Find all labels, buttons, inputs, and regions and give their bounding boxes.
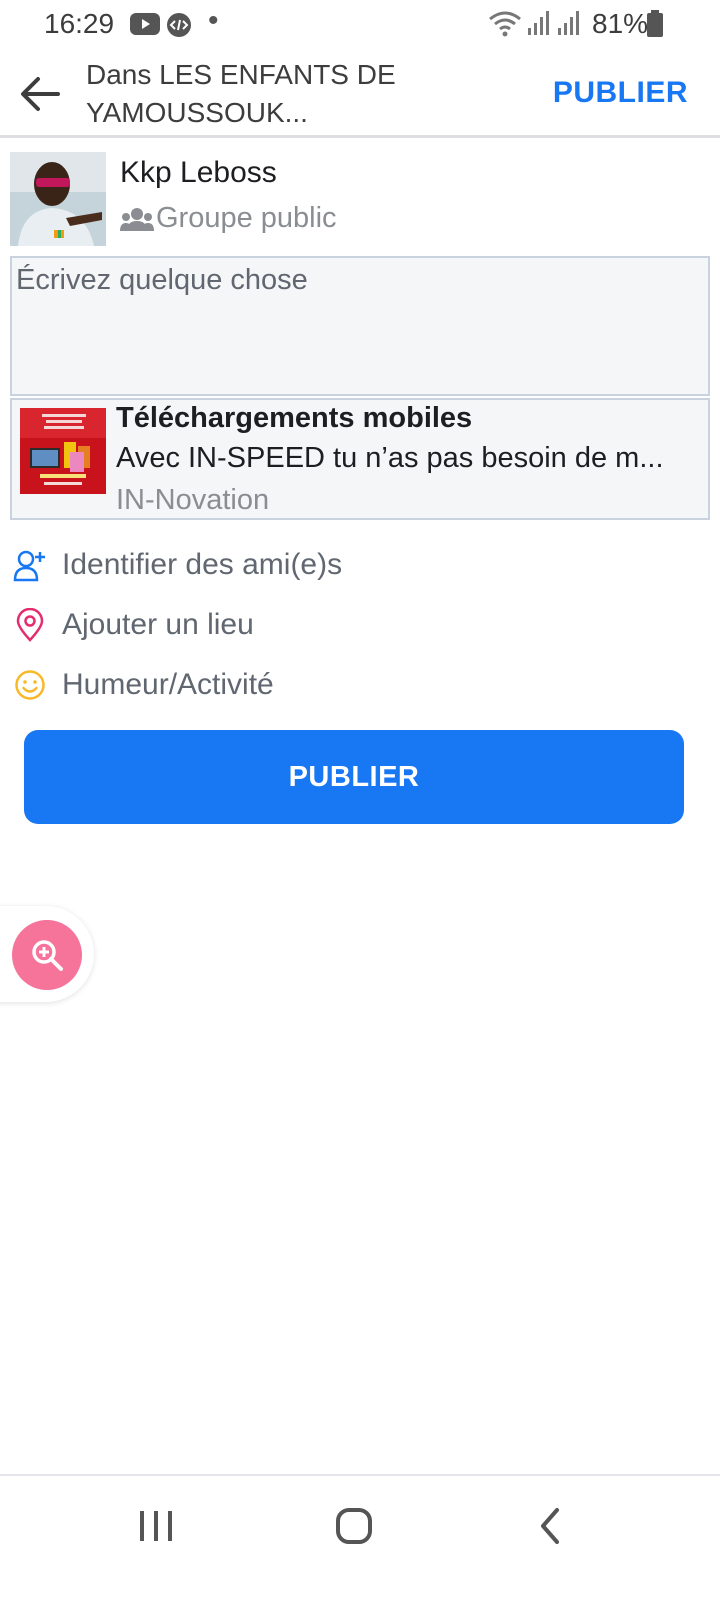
signal-icon (556, 10, 582, 41)
tag-friend-icon (12, 547, 48, 583)
home-icon (336, 1508, 372, 1544)
post-text-input[interactable] (14, 260, 704, 392)
user-name: Kkp Leboss (120, 156, 277, 189)
audience-selector: Groupe public (120, 202, 337, 235)
tag-friends-action[interactable]: Identifier des ami(e)s (12, 540, 702, 590)
location-pin-icon (12, 607, 48, 643)
group-title: Dans LES ENFANTS DE YAMOUSSOUK... (86, 59, 396, 128)
floating-zoom-tab (0, 906, 94, 1002)
link-title: Téléchargements mobiles (116, 402, 473, 434)
home-button[interactable] (324, 1502, 384, 1550)
avatar (10, 152, 106, 246)
status-bar: 16:29 • 81% (0, 0, 720, 48)
battery-percent: 81% (592, 8, 649, 39)
link-description: Avec IN-SPEED tu n’as pas besoin de m... (116, 442, 664, 474)
mood-activity-label: Humeur/Activité (62, 668, 274, 701)
group-icon (120, 207, 154, 231)
mood-activity-action[interactable]: Humeur/Activité (12, 660, 702, 710)
code-icon (166, 12, 192, 43)
recent-apps-icon (140, 1511, 172, 1541)
notification-dot: • (208, 4, 219, 37)
smiley-icon (12, 667, 48, 703)
system-nav-bar (0, 1474, 720, 1600)
post-composer (10, 256, 710, 396)
link-preview-card[interactable]: Téléchargements mobiles Avec IN-SPEED tu… (10, 398, 710, 520)
back-icon (541, 1508, 559, 1544)
zoom-button[interactable] (12, 920, 82, 990)
app-header: Dans LES ENFANTS DE YAMOUSSOUK... PUBLIE… (0, 48, 720, 138)
youtube-icon (130, 12, 160, 41)
recent-apps-button[interactable] (126, 1502, 186, 1550)
link-source: IN-Novation (116, 484, 270, 516)
battery-icon (646, 10, 664, 43)
add-location-label: Ajouter un lieu (62, 608, 254, 641)
header-publish-button[interactable]: PUBLIER (553, 76, 688, 110)
status-time: 16:29 (44, 8, 115, 39)
link-thumbnail (20, 408, 106, 494)
nav-back-button[interactable] (520, 1502, 580, 1550)
publish-button[interactable]: PUBLIER (24, 730, 684, 824)
audience-label: Groupe public (156, 202, 337, 234)
wifi-icon (488, 10, 522, 43)
signal-icon (526, 10, 552, 41)
zoom-in-icon (32, 940, 63, 971)
arrow-left-icon (21, 77, 60, 111)
back-button[interactable] (18, 74, 64, 114)
tag-friends-label: Identifier des ami(e)s (62, 548, 343, 581)
add-location-action[interactable]: Ajouter un lieu (12, 600, 702, 650)
